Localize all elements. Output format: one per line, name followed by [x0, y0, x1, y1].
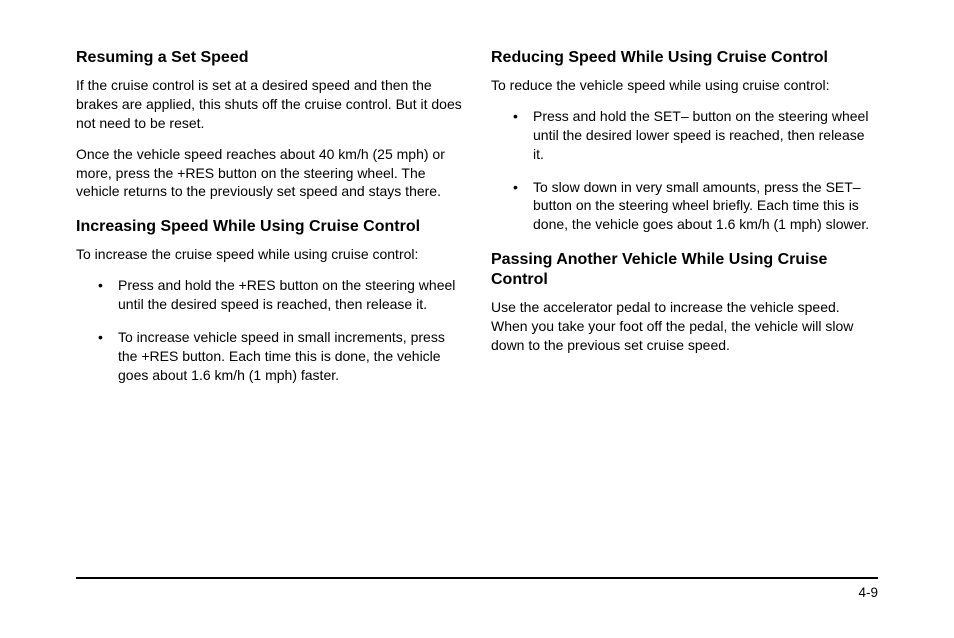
list-item: Press and hold the SET– button on the st…: [491, 107, 878, 164]
heading-reducing-speed: Reducing Speed While Using Cruise Contro…: [491, 48, 878, 68]
page-number: 4-9: [76, 585, 878, 600]
page-content: Resuming a Set Speed If the cruise contr…: [0, 0, 954, 399]
paragraph: To increase the cruise speed while using…: [76, 245, 463, 264]
bullet-list: Press and hold the SET– button on the st…: [491, 107, 878, 234]
paragraph: To reduce the vehicle speed while using …: [491, 76, 878, 95]
paragraph: Use the accelerator pedal to increase th…: [491, 298, 878, 355]
paragraph: If the cruise control is set at a desire…: [76, 76, 463, 133]
heading-passing-vehicle: Passing Another Vehicle While Using Crui…: [491, 250, 878, 290]
heading-resuming-set-speed: Resuming a Set Speed: [76, 48, 463, 68]
list-item: To slow down in very small amounts, pres…: [491, 178, 878, 235]
bullet-list: Press and hold the +RES button on the st…: [76, 276, 463, 384]
list-item: Press and hold the +RES button on the st…: [76, 276, 463, 314]
heading-increasing-speed: Increasing Speed While Using Cruise Cont…: [76, 217, 463, 237]
footer-rule: [76, 577, 878, 579]
list-item: To increase vehicle speed in small incre…: [76, 328, 463, 385]
paragraph: Once the vehicle speed reaches about 40 …: [76, 145, 463, 202]
left-column: Resuming a Set Speed If the cruise contr…: [76, 48, 463, 399]
page-footer: 4-9: [76, 577, 878, 600]
right-column: Reducing Speed While Using Cruise Contro…: [491, 48, 878, 399]
